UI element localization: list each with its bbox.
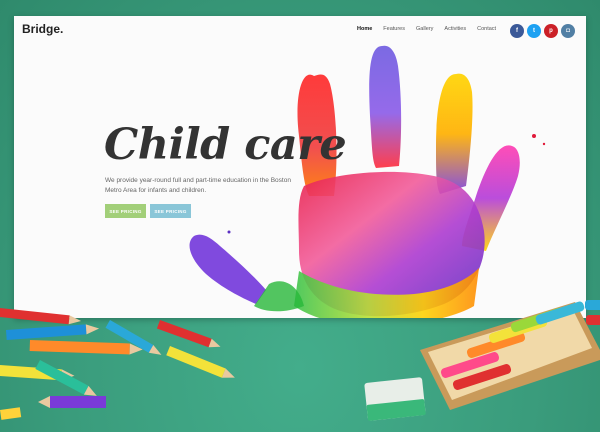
site-logo[interactable]: Bridge. [22, 22, 63, 36]
instagram-glyph: ◘ [566, 28, 570, 34]
pinterest-glyph: p [549, 28, 553, 34]
hero-title: Child care [104, 120, 347, 170]
facebook-glyph: f [516, 28, 518, 34]
see-pricing-button-secondary[interactable]: SEE PRICING [150, 204, 191, 218]
website-screen: Bridge. Home Features Gallery Activities… [14, 16, 586, 318]
twitter-glyph: t [533, 28, 535, 34]
hero-description: We provide year-round full and part-time… [105, 177, 291, 194]
see-pricing-button[interactable]: SEE PRICING [105, 204, 146, 218]
